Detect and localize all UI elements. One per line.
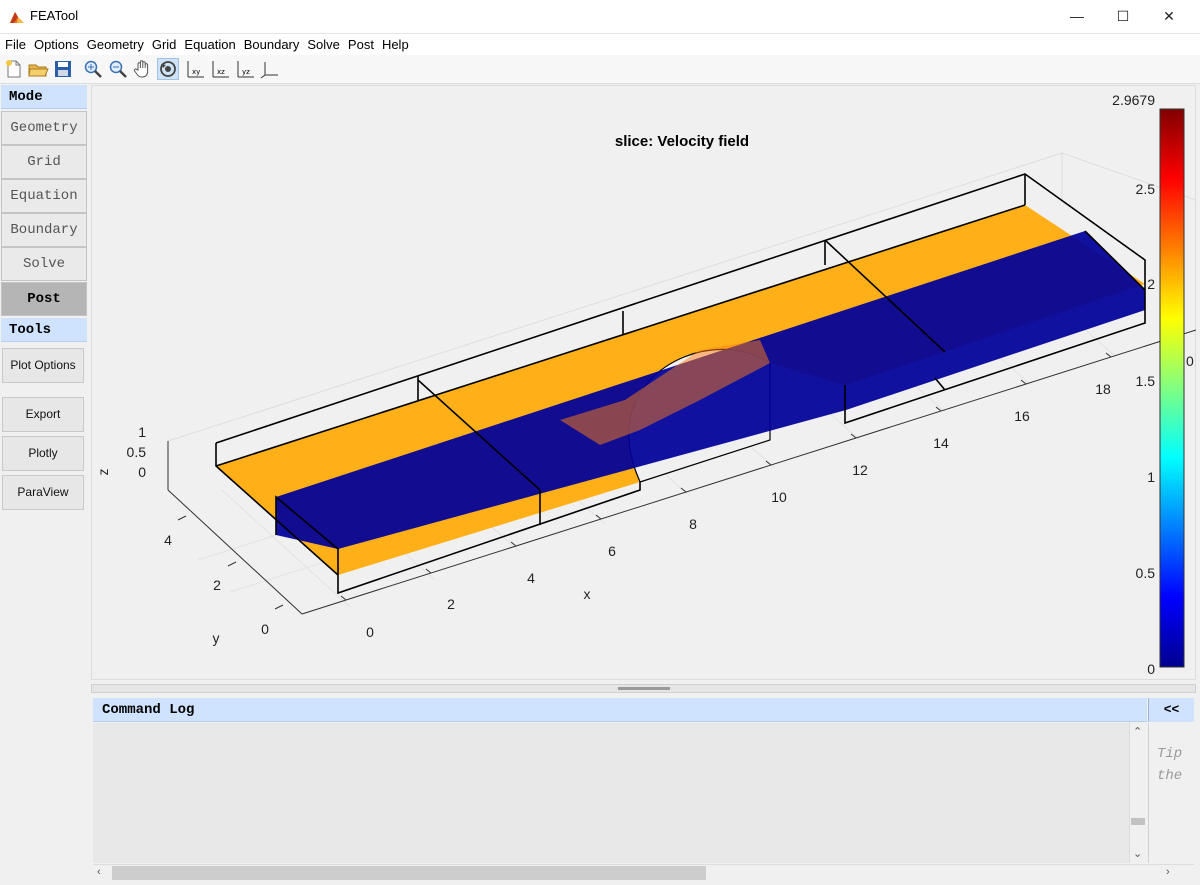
scroll-up-icon[interactable]: ⌃ <box>1133 725 1142 738</box>
y-axis-label: y <box>213 630 220 646</box>
minimize-button[interactable]: — <box>1054 0 1100 33</box>
mode-boundary-button[interactable]: Boundary <box>1 213 87 247</box>
tip-line-1: Tip <box>1157 746 1183 762</box>
plotly-button[interactable]: Plotly <box>2 436 84 471</box>
menu-equation[interactable]: Equation <box>179 34 238 52</box>
menu-post[interactable]: Post <box>343 34 377 52</box>
menu-grid[interactable]: Grid <box>147 34 180 52</box>
paraview-button[interactable]: ParaView <box>2 475 84 510</box>
y-tick-0: 0 <box>261 621 269 637</box>
menu-solve[interactable]: Solve <box>302 34 343 52</box>
x-tick-16: 16 <box>1014 408 1030 424</box>
menu-help[interactable]: Help <box>377 34 412 52</box>
colorbar: 2.9679 2.5 2 1.5 1 0.5 0 0 <box>1112 92 1194 677</box>
zoom-out-icon[interactable] <box>107 58 129 80</box>
scroll-right-icon[interactable]: › <box>1166 866 1170 878</box>
colorbar-tick-1.5: 1.5 <box>1136 373 1156 389</box>
mode-grid-button[interactable]: Grid <box>1 145 87 179</box>
colorbar-clipped-label: 0 <box>1186 353 1194 369</box>
view-xy-label: xy <box>192 68 200 76</box>
save-icon[interactable] <box>52 58 74 80</box>
menu-boundary[interactable]: Boundary <box>239 34 303 52</box>
featool-logo-icon <box>10 12 24 23</box>
splitter-grip[interactable] <box>618 687 670 690</box>
colorbar-tick-0: 0 <box>1147 661 1155 677</box>
view-3d-axes-icon[interactable] <box>259 58 281 80</box>
colorbar-tick-2.5: 2.5 <box>1136 181 1156 197</box>
y-tick-2: 2 <box>213 577 221 593</box>
x-tick-10: 10 <box>771 489 787 505</box>
colorbar-gradient <box>1159 108 1185 668</box>
pan-hand-icon[interactable] <box>132 58 154 80</box>
menu-options[interactable]: Options <box>29 34 82 52</box>
command-log-header: Command Log <box>93 698 1147 722</box>
tip-line-2: the <box>1157 768 1183 784</box>
zoom-in-icon[interactable] <box>82 58 104 80</box>
log-vertical-scrollbar[interactable]: ⌃ ⌄ <box>1129 723 1146 863</box>
plot-title: slice: Velocity field <box>615 133 749 150</box>
mode-header: Mode <box>1 85 87 109</box>
colorbar-tick-0.5: 0.5 <box>1136 565 1156 581</box>
view-xz-icon[interactable]: xz <box>209 58 231 80</box>
x-tick-2: 2 <box>447 596 455 612</box>
panel-splitter[interactable] <box>91 684 1196 693</box>
menu-bar: File Options Geometry Grid Equation Boundary S… <box>0 34 1200 55</box>
scroll-down-icon[interactable]: ⌄ <box>1133 847 1142 860</box>
z-tick-0.5: 0.5 <box>127 444 147 460</box>
maximize-button[interactable]: ☐ <box>1100 0 1146 33</box>
z-tick-0: 0 <box>138 464 146 480</box>
new-file-icon[interactable] <box>3 58 25 80</box>
velocity-field-plot[interactable]: slice: Velocity field 1 0.5 0 z 4 2 0 y <box>91 85 1196 680</box>
toolbar: xy xz yz <box>0 55 1200 84</box>
tip-panel: Tip the <box>1148 723 1194 863</box>
z-tick-1: 1 <box>138 424 146 440</box>
log-vertical-scroll-thumb[interactable] <box>1131 818 1145 825</box>
x-tick-14: 14 <box>933 435 949 451</box>
command-log-body[interactable] <box>93 723 1129 863</box>
mode-solve-button[interactable]: Solve <box>1 247 87 281</box>
view-yz-icon[interactable]: yz <box>234 58 256 80</box>
close-button[interactable]: ✕ <box>1146 0 1192 33</box>
z-axis-label: z <box>95 469 111 476</box>
mode-equation-button[interactable]: Equation <box>1 179 87 213</box>
colorbar-max-label: 2.9679 <box>1112 92 1155 108</box>
colorbar-tick-1: 1 <box>1147 469 1155 485</box>
colorbar-tick-2: 2 <box>1147 276 1155 292</box>
x-tick-8: 8 <box>689 516 697 532</box>
z-axis: 1 0.5 0 z <box>95 424 169 490</box>
log-horizontal-scroll-thumb[interactable] <box>112 866 706 880</box>
window-title: FEATool <box>30 8 79 23</box>
x-axis-label: x <box>584 586 591 602</box>
rotate-3d-icon[interactable] <box>157 58 179 80</box>
x-tick-18: 18 <box>1095 381 1111 397</box>
x-tick-4: 4 <box>527 570 535 586</box>
sidebar: Mode Geometry Grid Equation Boundary Sol… <box>0 84 89 884</box>
view-xy-icon[interactable]: xy <box>184 58 206 80</box>
y-tick-4: 4 <box>164 532 172 548</box>
menu-geometry[interactable]: Geometry <box>82 34 147 52</box>
export-button[interactable]: Export <box>2 397 84 432</box>
menu-file[interactable]: File <box>0 34 29 52</box>
plot-area[interactable]: slice: Velocity field 1 0.5 0 z 4 2 0 y <box>91 85 1196 680</box>
open-folder-icon[interactable] <box>27 58 49 80</box>
mode-post-button[interactable]: Post <box>1 282 87 316</box>
title-bar: FEATool — ☐ ✕ <box>0 0 1200 34</box>
x-tick-12: 12 <box>852 462 868 478</box>
scroll-left-icon[interactable]: ‹ <box>97 866 101 878</box>
x-tick-0: 0 <box>366 624 374 640</box>
x-tick-6: 6 <box>608 543 616 559</box>
collapse-log-button[interactable]: << <box>1148 698 1194 722</box>
view-yz-label: yz <box>242 68 250 76</box>
mode-geometry-button[interactable]: Geometry <box>1 111 87 145</box>
plot-options-button[interactable]: Plot Options <box>2 348 84 383</box>
view-xz-label: xz <box>217 68 225 76</box>
tools-header: Tools <box>1 318 87 342</box>
